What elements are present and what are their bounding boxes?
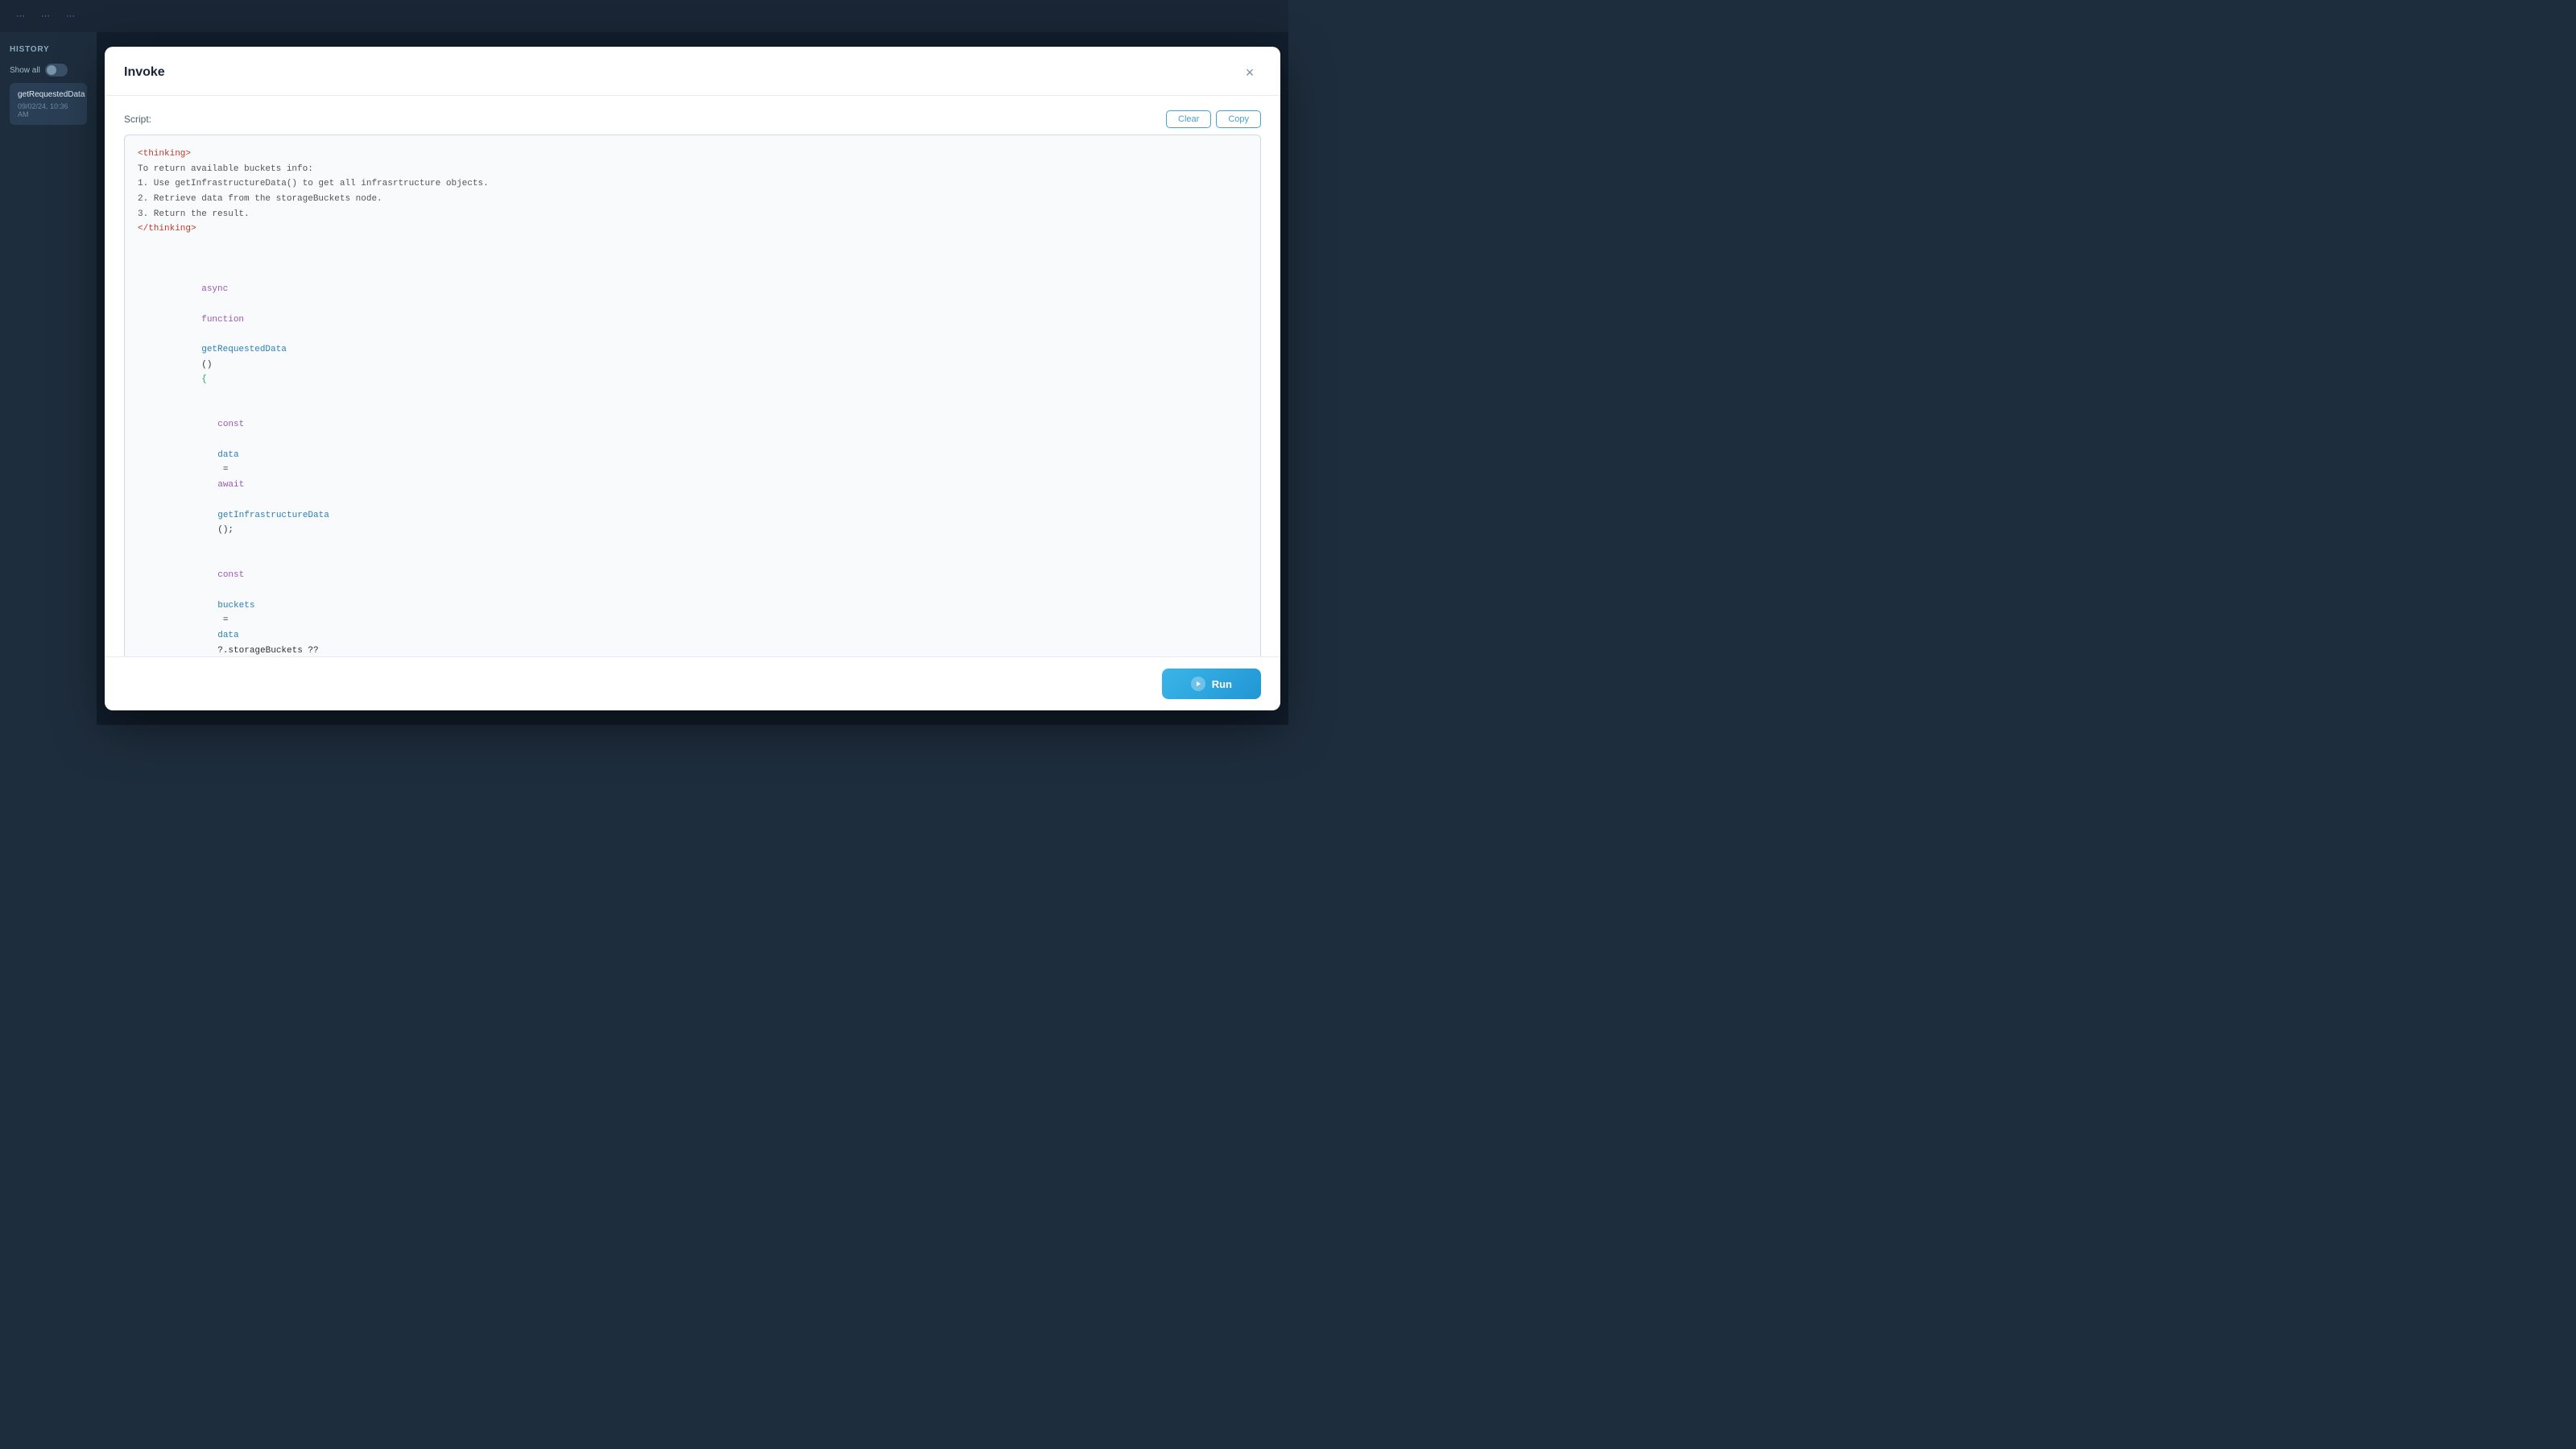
show-all-label: Show all: [10, 66, 40, 75]
modal-footer: Run: [105, 656, 1280, 710]
clear-button[interactable]: Clear: [1166, 110, 1211, 128]
code-line: const data = await getInfrastructureData…: [138, 403, 1247, 553]
background-topbar: ··· ··· ···: [0, 0, 1288, 32]
modal-body[interactable]: Script: Clear Copy <thinking> To return …: [105, 96, 1280, 656]
sidebar-history-header: HISTORY: [10, 45, 87, 54]
code-line: 3. Return the result.: [138, 207, 1247, 222]
script-copy-button[interactable]: Copy: [1216, 110, 1261, 128]
code-line: 2. Retrieve data from the storageBuckets…: [138, 192, 1247, 207]
bg-nav-item: ···: [66, 11, 75, 21]
modal-overlay: Invoke × Script: Clear Copy <thinking> T…: [97, 32, 1288, 725]
modal-title: Invoke: [124, 65, 165, 80]
bg-nav-item: ···: [41, 11, 50, 21]
code-line: [138, 237, 1247, 252]
sidebar-item-date: 09/02/24, 10:36 AM: [18, 102, 79, 118]
sidebar-history-item[interactable]: getRequestedData 09/02/24, 10:36 AM: [10, 83, 87, 125]
run-button[interactable]: Run: [1162, 669, 1261, 699]
show-all-toggle[interactable]: Show all: [10, 64, 87, 77]
invoke-modal: Invoke × Script: Clear Copy <thinking> T…: [105, 47, 1280, 710]
sidebar-item-name: getRequestedData: [18, 89, 79, 100]
modal-close-button[interactable]: ×: [1238, 61, 1261, 84]
code-line: async function getRequestedData () {: [138, 267, 1247, 403]
run-button-label: Run: [1212, 678, 1232, 690]
show-all-switch[interactable]: [45, 64, 68, 77]
code-line: <thinking>: [138, 147, 1247, 162]
code-line: To return available buckets info:: [138, 162, 1247, 177]
script-actions: Clear Copy: [1166, 110, 1261, 128]
script-label: Script:: [124, 114, 151, 125]
sidebar-history-label: HISTORY: [10, 45, 50, 54]
script-code-area[interactable]: <thinking> To return available buckets i…: [124, 135, 1261, 656]
modal-header: Invoke ×: [105, 47, 1280, 96]
toggle-knob: [47, 65, 56, 75]
code-line: [138, 252, 1247, 267]
code-line: const buckets = data ?.storageBuckets ??…: [138, 553, 1247, 656]
bg-nav-item: ···: [16, 11, 25, 21]
script-section-header: Script: Clear Copy: [124, 110, 1261, 128]
sidebar: HISTORY Show all getRequestedData 09/02/…: [0, 32, 97, 725]
code-line: </thinking>: [138, 221, 1247, 237]
code-line: 1. Use getInfrastructureData() to get al…: [138, 176, 1247, 192]
run-button-icon: [1191, 677, 1205, 691]
script-section: Script: Clear Copy <thinking> To return …: [124, 110, 1261, 656]
